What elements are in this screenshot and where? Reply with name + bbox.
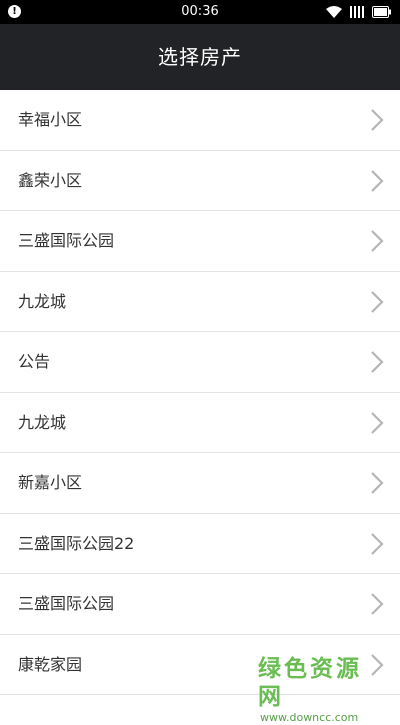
list-item[interactable]: 新嘉小区: [0, 453, 400, 514]
list-item[interactable]: 三盛国际公园22: [0, 513, 400, 574]
chevron-right-icon: [370, 653, 384, 676]
list-item-label: 九龙城: [18, 412, 67, 432]
list-item-label: 九龙城: [18, 291, 67, 311]
chevron-right-icon: [370, 411, 384, 434]
chevron-right-icon: [370, 169, 384, 192]
list-item[interactable]: 三盛国际公园: [0, 211, 400, 272]
status-icons: [326, 4, 392, 20]
estate-list[interactable]: 幸福小区 鑫荣小区 三盛国际公园 九龙城 公告 九龙城 新嘉小区 三盛国际公园2…: [0, 90, 400, 711]
list-item-label: 三盛国际公园: [18, 231, 115, 250]
chevron-right-icon: [370, 351, 384, 373]
list-item[interactable]: 三盛国际公园: [0, 574, 400, 635]
signal-icon: [350, 6, 364, 18]
page-title: 选择房产: [158, 45, 242, 69]
list-item[interactable]: 康乾家园: [0, 634, 400, 695]
chevron-right-icon: [370, 230, 384, 252]
title-bar: 选择房产: [0, 24, 400, 90]
list-item[interactable]: 鑫荣小区: [0, 150, 400, 211]
chevron-right-icon: [370, 472, 384, 494]
list-item-label: 三盛国际公园: [18, 594, 115, 613]
list-item-label: 三盛国际公园22: [18, 533, 135, 553]
list-item[interactable]: 九龙城: [0, 392, 400, 453]
wifi-icon: [326, 6, 342, 18]
chevron-right-icon: [370, 532, 384, 555]
list-item[interactable]: 幸福小区: [0, 90, 400, 151]
chevron-right-icon: [370, 593, 384, 615]
list-item[interactable]: 九龙城: [0, 271, 400, 332]
watermark-url: www.downcc.com: [260, 711, 359, 724]
battery-icon: [372, 6, 392, 18]
chevron-right-icon: [370, 109, 384, 131]
list-item-label: 公告: [18, 352, 51, 371]
list-item-label: 新嘉小区: [18, 473, 83, 492]
status-bar: ! 00:36: [0, 0, 400, 24]
list-item-label: 鑫荣小区: [18, 170, 83, 190]
list-item[interactable]: 公告: [0, 332, 400, 393]
list-item-label: 康乾家园: [18, 654, 83, 674]
chevron-right-icon: [370, 290, 384, 313]
list-item-label: 幸福小区: [18, 110, 83, 129]
